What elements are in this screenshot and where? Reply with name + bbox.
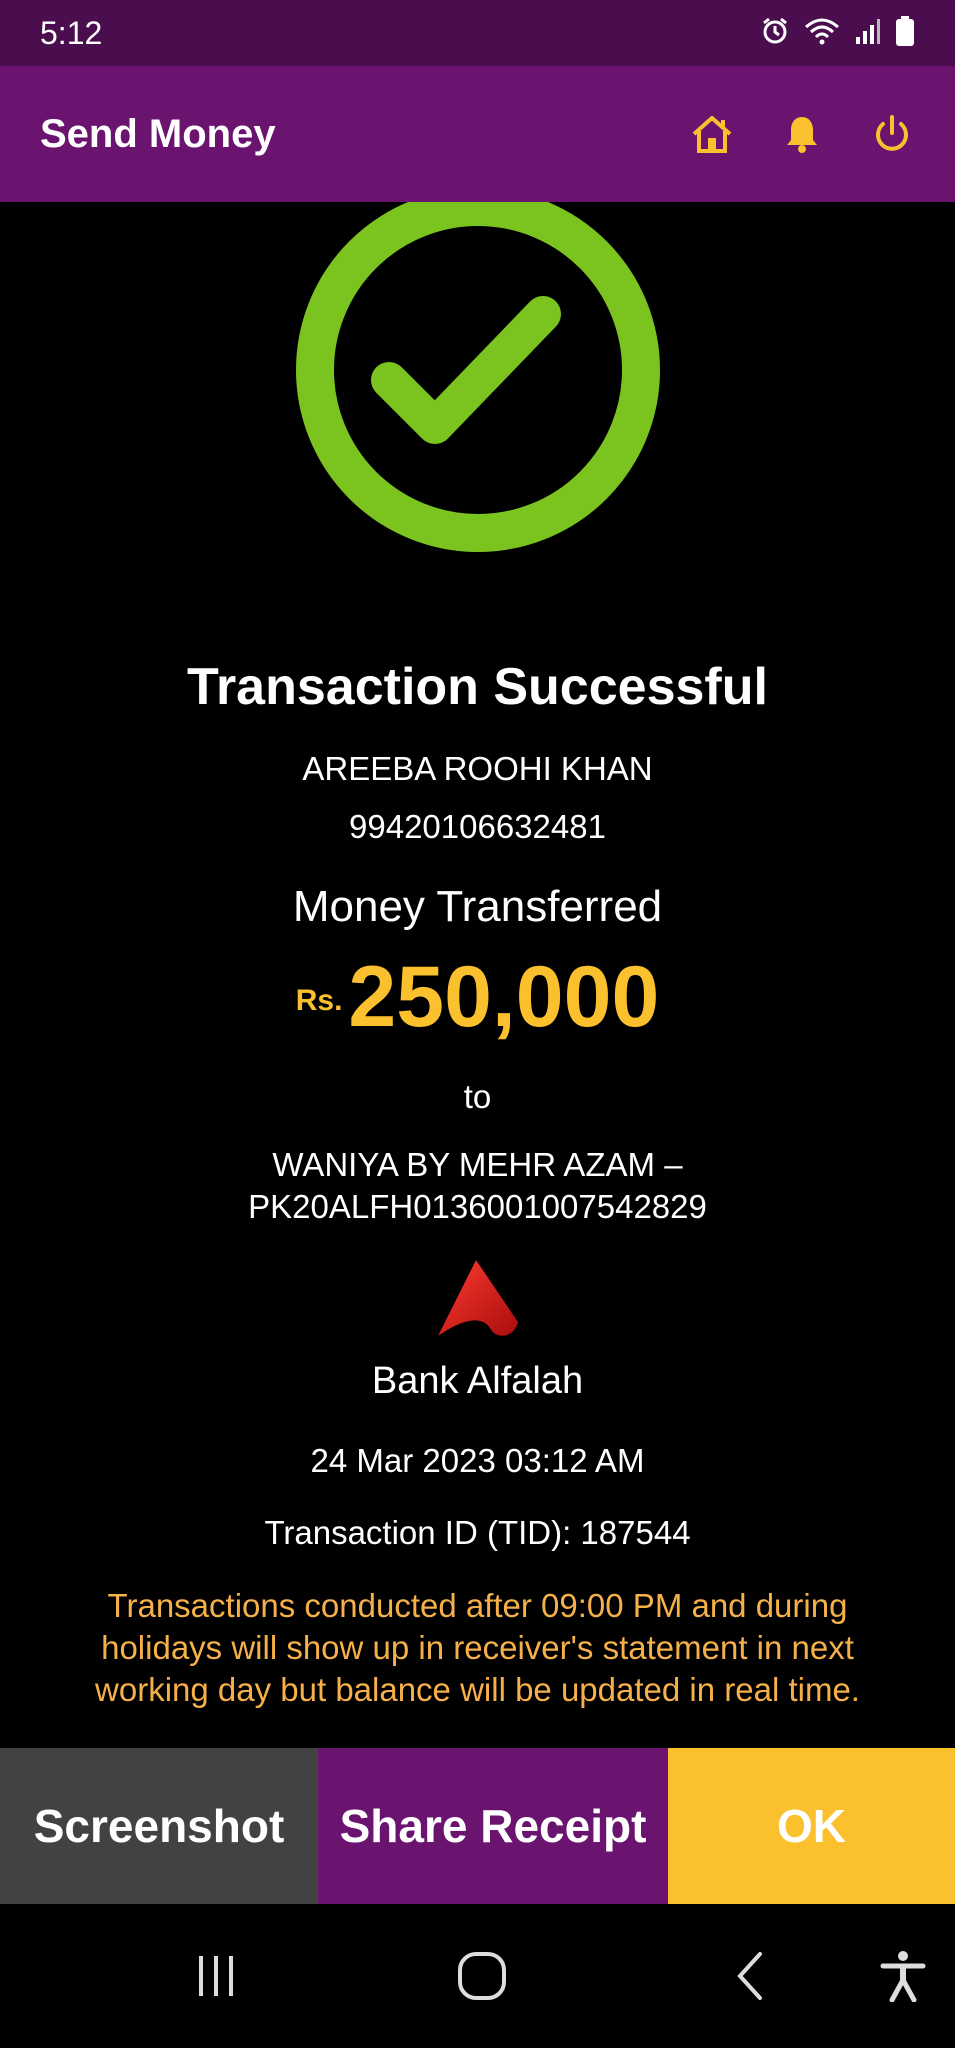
check-circle-icon <box>295 202 661 556</box>
to-label: to <box>463 1078 492 1115</box>
transaction-datetime: 24 Mar 2023 03:12 AM <box>310 1442 645 1479</box>
system-nav-bar <box>0 1904 955 2048</box>
recipient-name: WANIYA BY MEHR AZAM – <box>272 1146 683 1183</box>
sender-name: AREEBA ROOHI KHAN <box>302 750 653 787</box>
status-time: 5:12 <box>40 14 103 51</box>
alarm-icon <box>761 17 789 50</box>
app-bar-actions <box>689 111 915 157</box>
back-icon[interactable] <box>718 1944 782 2008</box>
signal-icon <box>855 17 881 50</box>
home-icon[interactable] <box>689 111 735 157</box>
status-bar: 5:12 <box>0 0 955 66</box>
sender-account: 99420106632481 <box>349 808 606 845</box>
share-receipt-button[interactable]: Share Receipt <box>318 1748 668 1904</box>
transaction-id: Transaction ID (TID): 187544 <box>264 1514 691 1551</box>
app-bar: Send Money <box>0 66 955 202</box>
recent-apps-icon[interactable] <box>184 1944 248 2008</box>
action-bar: Screenshot Share Receipt OK <box>0 1748 955 1904</box>
recipient-iban: PK20ALFH0136001007542829 <box>248 1188 707 1225</box>
battery-icon <box>895 15 915 51</box>
ok-button[interactable]: OK <box>668 1748 955 1904</box>
home-circle-icon[interactable] <box>450 1944 514 2008</box>
wifi-icon <box>803 17 841 50</box>
page-title: Send Money <box>40 111 276 156</box>
power-icon[interactable] <box>869 111 915 157</box>
currency-label: Rs. <box>295 984 343 1017</box>
accessibility-icon[interactable] <box>871 1944 935 2008</box>
bell-icon[interactable] <box>779 111 825 157</box>
bank-name: Bank Alfalah <box>371 1360 584 1402</box>
status-icons <box>761 15 915 51</box>
receipt-content[interactable]: Transaction Successful AREEBA ROOHI KHAN… <box>0 202 955 1748</box>
bank-alfalah-logo-icon <box>434 1256 522 1340</box>
money-transferred-label: Money Transferred <box>292 882 663 931</box>
screenshot-button[interactable]: Screenshot <box>0 1748 318 1904</box>
transaction-status-title: Transaction Successful <box>187 658 768 716</box>
processing-notice: Transactions conducted after 09:00 PM an… <box>95 1587 860 1708</box>
amount-value: 250,000 <box>348 949 660 1045</box>
amount-display: Rs. 250,000 <box>0 954 955 1040</box>
